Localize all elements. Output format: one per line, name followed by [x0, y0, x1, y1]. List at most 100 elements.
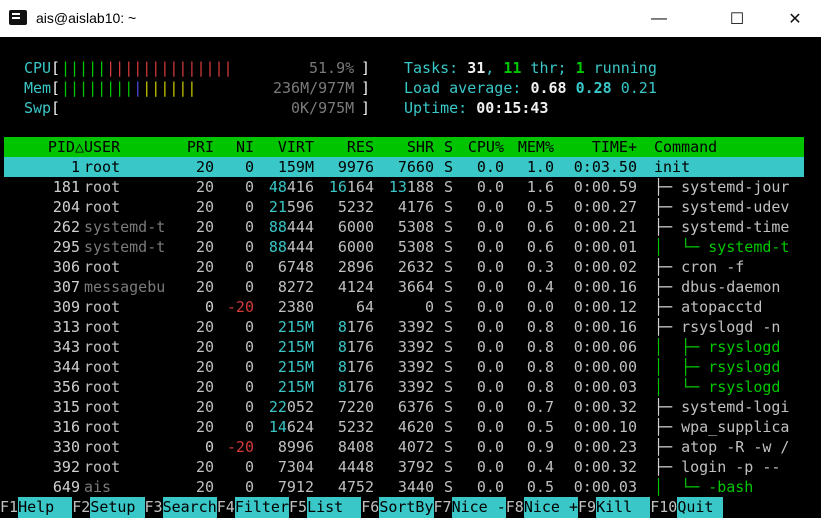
process-row[interactable]: 309 root 0 -20 2380 64 0 S 0.0 0.0 0:00.12 ├─ atopa… — [4, 297, 804, 317]
cell-res: 16164 — [328, 178, 374, 196]
column-header-pri[interactable]: PRI — [187, 137, 214, 157]
maximize-button[interactable]: ☐ — [714, 0, 760, 37]
process-row[interactable]: 330 root 0 -20 8996 8408 4072 S 0.0 0.9 0:00.23 ├─ … — [4, 437, 804, 457]
cell-time: 0:00.21 — [573, 218, 637, 236]
cell-command: ├─ systemd-time — [654, 218, 790, 236]
column-header-row[interactable]: PID△ USER PRI NI VIRT RES SHR S CPU% MEM% TIME+ Com… — [4, 137, 804, 157]
cell-pid: 392 — [52, 458, 80, 476]
fkey-label-quit[interactable]: Quit — [677, 497, 723, 518]
cell-virt: 215M — [277, 378, 314, 396]
cell-command: ├─ systemd-jour — [654, 178, 790, 196]
cell-s: S — [444, 158, 454, 176]
cell-user: root — [84, 398, 121, 416]
cell-mem: 0.5 — [526, 478, 554, 496]
cell-virt: 48416 — [268, 178, 314, 196]
terminal-icon — [9, 10, 27, 25]
column-header-time[interactable]: TIME+ — [592, 137, 637, 157]
cell-res: 5232 — [337, 418, 374, 436]
column-header-pid[interactable]: PID△ — [48, 137, 84, 157]
fkey-f5[interactable]: F5 — [289, 498, 307, 516]
fkey-f1[interactable]: F1 — [0, 498, 18, 516]
fkey-label-kill[interactable]: Kill — [596, 497, 651, 518]
cell-pid: 307 — [52, 278, 80, 296]
cell-virt: 14624 — [268, 418, 314, 436]
process-row[interactable]: 262 systemd-t 20 0 88444 6000 5308 S 0.0 0.6 0:00.… — [4, 217, 804, 237]
column-header-s[interactable]: S — [444, 137, 453, 157]
column-header-mem[interactable]: MEM% — [518, 137, 554, 157]
column-header-user[interactable]: USER — [84, 137, 120, 157]
process-row[interactable]: 1 root 20 0 159M 9976 7660 S 0.0 1.0 0:03.50 init — [4, 157, 804, 177]
cell-pid: 306 — [52, 258, 80, 276]
cell-shr: 2632 — [397, 258, 434, 276]
cell-command: ├─ systemd-logi — [654, 398, 790, 416]
process-row[interactable]: 344 root 20 0 215M 8176 3392 S 0.0 0.8 0:00.00 │ ├─… — [4, 357, 804, 377]
cell-s: S — [444, 398, 454, 416]
process-row[interactable]: 295 systemd-t 20 0 88444 6000 5308 S 0.0 0.6 0:00.… — [4, 237, 804, 257]
fkey-f2[interactable]: F2 — [72, 498, 90, 516]
process-row[interactable]: 315 root 20 0 22052 7220 6376 S 0.0 0.7 0:00.32 ├─ … — [4, 397, 804, 417]
process-row[interactable]: 181 root 20 0 48416 16164 13188 S 0.0 1.6 0:00.59 ├… — [4, 177, 804, 197]
cell-ni: 0 — [244, 338, 254, 356]
fkey-label-help[interactable]: Help — [18, 497, 73, 518]
fkey-label-filter[interactable]: Filter — [234, 497, 289, 518]
process-row[interactable]: 649 ais 20 0 7912 4752 3440 S 0.0 0.5 0:00.03 │ └─ … — [4, 477, 804, 497]
fkey-label-sortby[interactable]: SortBy — [379, 497, 434, 518]
fkey-f8[interactable]: F8 — [506, 498, 524, 516]
swp-value: 0K/975M — [291, 99, 355, 117]
cell-shr: 5308 — [397, 238, 434, 256]
process-row[interactable]: 306 root 20 0 6748 2896 2632 S 0.0 0.3 0:00.02 ├─ c… — [4, 257, 804, 277]
fkey-label-search[interactable]: Search — [162, 497, 217, 518]
fkey-f10[interactable]: F10 — [650, 498, 677, 516]
process-row[interactable]: 392 root 20 0 7304 4448 3792 S 0.0 0.4 0:00.32 ├─ l… — [4, 457, 804, 477]
cell-mem: 0.3 — [526, 258, 554, 276]
column-header-virt[interactable]: VIRT — [278, 137, 314, 157]
fkey-label-setup[interactable]: Setup — [90, 497, 145, 518]
column-header-ni[interactable]: NI — [236, 137, 254, 157]
cell-pri: 20 — [195, 378, 214, 396]
process-row[interactable]: 307 messagebu 20 0 8272 4124 3664 S 0.0 0.4 0:00.1… — [4, 277, 804, 297]
fkey-label-nice[interactable]: Nice - — [451, 497, 506, 518]
cell-command: ├─ rsyslogd -n — [654, 318, 781, 336]
cell-time: 0:00.12 — [573, 298, 637, 316]
fkey-f6[interactable]: F6 — [361, 498, 379, 516]
cell-pid: 313 — [52, 318, 80, 336]
cell-user: systemd-t — [84, 218, 166, 236]
cell-mem: 0.4 — [526, 458, 554, 476]
column-header-res[interactable]: RES — [347, 137, 374, 157]
cell-pri: 20 — [195, 358, 214, 376]
process-row[interactable]: 343 root 20 0 215M 8176 3392 S 0.0 0.8 0:00.06 │ ├─… — [4, 337, 804, 357]
fkey-f7[interactable]: F7 — [434, 498, 452, 516]
cell-cpu: 0.0 — [476, 158, 504, 176]
fkey-f9[interactable]: F9 — [578, 498, 596, 516]
cell-ni: 0 — [244, 318, 254, 336]
column-header-command[interactable]: Command — [654, 137, 717, 157]
process-row[interactable]: 356 root 20 0 215M 8176 3392 S 0.0 0.8 0:00.03 │ └─… — [4, 377, 804, 397]
cell-time: 0:00.16 — [573, 318, 637, 336]
cell-virt: 22052 — [268, 398, 314, 416]
minimize-button[interactable]: — — [636, 0, 682, 37]
cell-shr: 4072 — [397, 438, 434, 456]
fkey-label-list[interactable]: List — [307, 497, 362, 518]
process-row[interactable]: 316 root 20 0 14624 5232 4620 S 0.0 0.5 0:00.10 ├─ … — [4, 417, 804, 437]
cell-command: │ └─ systemd-t — [654, 238, 790, 256]
cell-shr: 7660 — [397, 158, 434, 176]
cell-user: root — [84, 358, 121, 376]
cell-cpu: 0.0 — [476, 178, 504, 196]
cell-pid: 295 — [52, 238, 80, 256]
column-header-shr[interactable]: SHR — [407, 137, 434, 157]
process-row[interactable]: 204 root 20 0 21596 5232 4176 S 0.0 0.5 0:00.27 ├─ … — [4, 197, 804, 217]
cell-command: ├─ atop -R -w / — [654, 438, 790, 456]
cell-pid: 316 — [52, 418, 80, 436]
process-row[interactable]: 313 root 20 0 215M 8176 3392 S 0.0 0.8 0:00.16 ├─ r… — [4, 317, 804, 337]
fkey-f3[interactable]: F3 — [145, 498, 163, 516]
scrollbar[interactable] — [804, 37, 821, 497]
cell-virt: 215M — [277, 338, 314, 356]
column-header-cpu[interactable]: CPU% — [468, 137, 504, 157]
cell-mem: 0.8 — [526, 318, 554, 336]
cell-time: 0:00.27 — [573, 198, 637, 216]
fkey-label-nice[interactable]: Nice + — [523, 497, 578, 518]
htop-terminal[interactable]: CPU[||||||||||||||||||| 51.9%] Mem[||||||… — [4, 37, 804, 497]
close-button[interactable]: ✕ — [772, 0, 818, 37]
fkey-f4[interactable]: F4 — [217, 498, 235, 516]
cell-s: S — [444, 378, 454, 396]
